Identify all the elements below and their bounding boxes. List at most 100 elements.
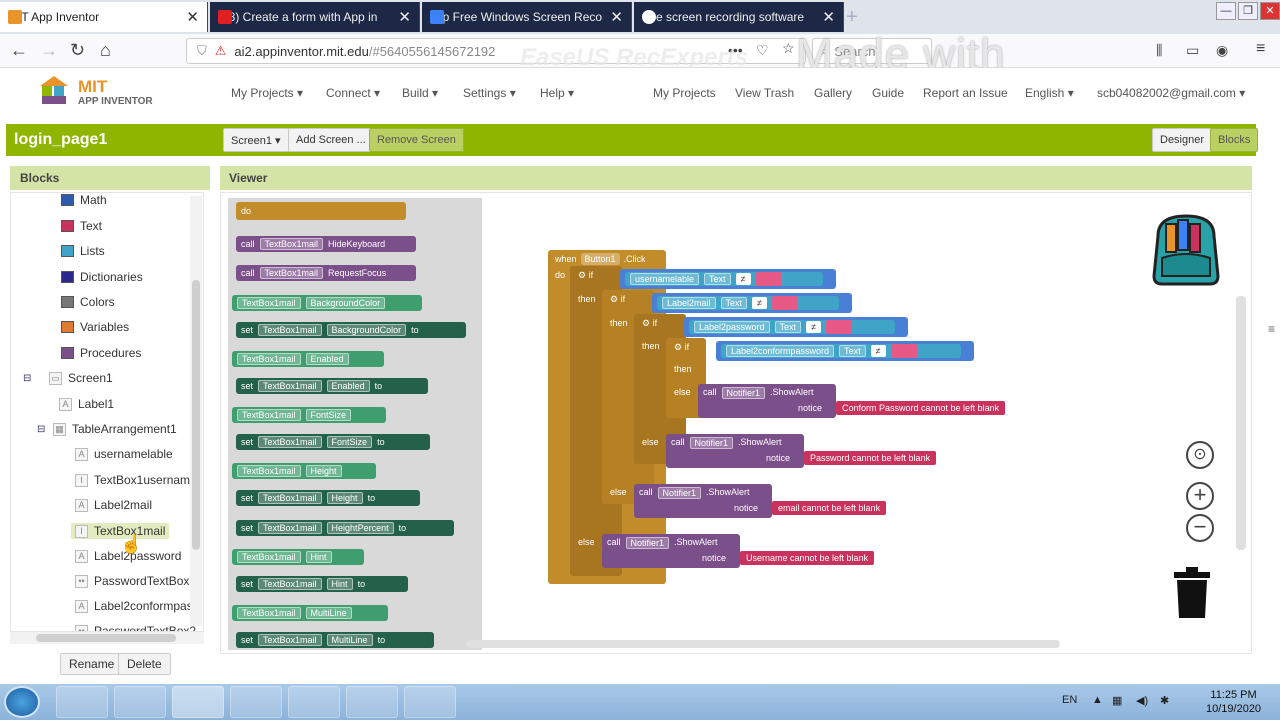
collapse-icon[interactable]: ⊟ (37, 424, 47, 435)
flyout-get-multiline[interactable]: TextBox1mail MultiLine (232, 605, 388, 621)
flyout-set-fontsize[interactable]: set TextBox1mail FontSize to (236, 434, 430, 450)
tree-item-passwordtextbox1[interactable]: •• PasswordTextBox1 (75, 574, 196, 588)
condition-label2mail[interactable]: Label2mail Text ≠ (652, 293, 852, 313)
tree-vertical-scrollbar[interactable] (190, 196, 202, 626)
star-icon[interactable]: ☆ (782, 40, 795, 57)
tree-item-textbox1username[interactable]: I TextBox1username (75, 473, 197, 487)
trash-icon[interactable] (1172, 566, 1212, 620)
menu-help[interactable]: Help ▾ (540, 86, 574, 100)
flyout-set-multiline[interactable]: set TextBox1mail MultiLine to (236, 632, 434, 648)
close-icon[interactable]: ✕ (186, 8, 199, 26)
maximize-icon[interactable]: ❐ (1238, 2, 1258, 20)
link-view-trash[interactable]: View Trash (735, 86, 794, 100)
tray-volume-icon[interactable]: ◀) (1136, 694, 1148, 707)
close-icon[interactable]: ✕ (822, 8, 835, 26)
tree-item-label2mail[interactable]: A Label2mail (75, 498, 152, 512)
taskbar-app-icon[interactable] (404, 686, 456, 718)
flyout-call-requestfocus[interactable]: call TextBox1mail RequestFocus (236, 265, 416, 281)
tree-item-label2conformpass[interactable]: A Label2conformpass (75, 599, 199, 613)
empty-text-block[interactable] (772, 296, 798, 310)
tree-item-passwordtextbox2[interactable]: •• PasswordTextBox2 (75, 624, 196, 631)
link-my-projects[interactable]: My Projects (653, 86, 716, 100)
zoom-in-icon[interactable]: + (1186, 482, 1214, 510)
clock[interactable]: 11:25 PM 10/19/2020 (1206, 688, 1261, 716)
empty-text-block[interactable] (755, 272, 782, 286)
app-inventor-logo[interactable] (34, 74, 74, 106)
flyout-get-enabled[interactable]: TextBox1mail Enabled (232, 351, 384, 367)
browser-tab-youtube[interactable]: (28) Create a form with App in ✕ (210, 2, 420, 32)
tree-item-procedures[interactable]: Procedures (61, 346, 141, 360)
menu-connect[interactable]: Connect ▾ (326, 86, 380, 100)
gear-icon[interactable]: ⚙ (610, 294, 618, 304)
flyout-set-backgroundcolor[interactable]: set TextBox1mail BackgroundColor to (236, 322, 466, 338)
delete-button[interactable]: Delete (118, 653, 171, 675)
browser-tab-windows[interactable]: Top Free Windows Screen Reco ✕ (422, 2, 632, 32)
taskbar-ie-icon[interactable] (114, 686, 166, 718)
side-grip-icon[interactable]: ≡ (1268, 322, 1275, 336)
flyout-set-enabled[interactable]: set TextBox1mail Enabled to (236, 378, 428, 394)
center-target-icon[interactable]: ⊙ (1186, 441, 1214, 469)
close-icon[interactable]: ✕ (398, 8, 411, 26)
condition-usernamelable[interactable]: usernamelable Text ≠ (620, 269, 836, 289)
gear-icon[interactable]: ⚙ (642, 318, 650, 328)
minimize-icon[interactable]: — (1216, 2, 1236, 20)
empty-text-block[interactable] (890, 344, 917, 358)
alert-text-password[interactable]: Password cannot be left blank (804, 451, 937, 465)
backpack-icon[interactable] (1144, 210, 1228, 290)
browser-tab-mit[interactable]: MIT App Inventor ✕ (0, 2, 208, 32)
flyout-set-hint[interactable]: set TextBox1mail Hint to (236, 576, 408, 592)
scroll-thumb[interactable] (36, 634, 176, 642)
alert-text-username[interactable]: Username cannot be left blank (740, 551, 875, 565)
tree-item-math[interactable]: Math (61, 193, 107, 207)
taskbar-explorer-icon[interactable] (56, 686, 108, 718)
browser-tab-google[interactable]: free screen recording software ✕ (634, 2, 844, 32)
tray-up-icon[interactable]: ▲ (1092, 694, 1103, 706)
scroll-thumb[interactable] (192, 280, 200, 550)
flyout-get-fontsize[interactable]: TextBox1mail FontSize (232, 407, 386, 423)
link-guide[interactable]: Guide (872, 86, 904, 100)
close-icon[interactable]: ✕ (610, 8, 623, 26)
workspace-horizontal-scrollbar[interactable] (466, 640, 1060, 648)
add-screen-button[interactable]: Add Screen ... (288, 128, 374, 152)
flyout-do-block[interactable]: do (236, 202, 406, 220)
tree-item-colors[interactable]: Colors (61, 295, 115, 309)
tree-horizontal-scrollbar[interactable] (10, 632, 204, 644)
condition-label2conformpassword[interactable]: Label2conformpassword Text ≠ (716, 341, 974, 361)
new-tab-icon[interactable]: + (846, 6, 858, 29)
menu-my-projects[interactable]: My Projects ▾ (231, 86, 303, 100)
taskbar-firefox-icon[interactable] (172, 686, 224, 718)
start-button[interactable] (4, 686, 40, 718)
empty-text-block[interactable] (826, 320, 853, 334)
flyout-call-hidekeyboard[interactable]: call TextBox1mail HideKeyboard (236, 236, 416, 252)
flyout-set-height[interactable]: set TextBox1mail Height to (236, 490, 420, 506)
condition-label2password[interactable]: Label2password Text ≠ (684, 317, 908, 337)
tree-item-dictionaries[interactable]: Dictionaries (61, 270, 143, 284)
designer-button[interactable]: Designer (1152, 128, 1213, 152)
language-indicator[interactable]: EN (1062, 694, 1077, 706)
blocks-button[interactable]: Blocks (1210, 128, 1259, 152)
tree-item-text[interactable]: Text (61, 219, 102, 233)
account-menu[interactable]: scb04082002@gmail.com ▾ (1097, 86, 1245, 100)
screen-select[interactable]: Screen1 ▾ (223, 128, 289, 152)
tree-item-label1[interactable]: A Label1 (59, 397, 114, 411)
taskbar-media-icon[interactable] (288, 686, 340, 718)
alert-text-email[interactable]: email cannot be left blank (772, 501, 887, 515)
menu-build[interactable]: Build ▾ (402, 86, 438, 100)
rename-button[interactable]: Rename (60, 653, 124, 675)
forward-icon[interactable]: → (40, 40, 58, 61)
workspace-vertical-scrollbar[interactable] (1236, 296, 1246, 550)
tray-network-icon[interactable]: ▦ (1112, 694, 1122, 707)
tray-bluetooth-icon[interactable]: ✱ (1160, 694, 1169, 707)
close-window-icon[interactable]: ✕ (1260, 2, 1280, 20)
link-report-issue[interactable]: Report an Issue (923, 86, 1008, 100)
gear-icon[interactable]: ⚙ (578, 270, 586, 280)
tree-item-tablearrangement1[interactable]: ⊟ ▦ TableArrangement1 (37, 422, 177, 436)
tree-item-usernamelable[interactable]: Ausernamelable (75, 447, 173, 461)
link-gallery[interactable]: Gallery (814, 86, 852, 100)
flyout-get-backgroundcolor[interactable]: TextBox1mail BackgroundColor (232, 295, 422, 311)
taskbar-chrome-icon[interactable] (230, 686, 282, 718)
flyout-get-height[interactable]: TextBox1mail Height (232, 463, 376, 479)
language-menu[interactable]: English ▾ (1025, 86, 1074, 100)
tree-item-variables[interactable]: Variables (61, 320, 129, 334)
menu-settings[interactable]: Settings ▾ (463, 86, 516, 100)
